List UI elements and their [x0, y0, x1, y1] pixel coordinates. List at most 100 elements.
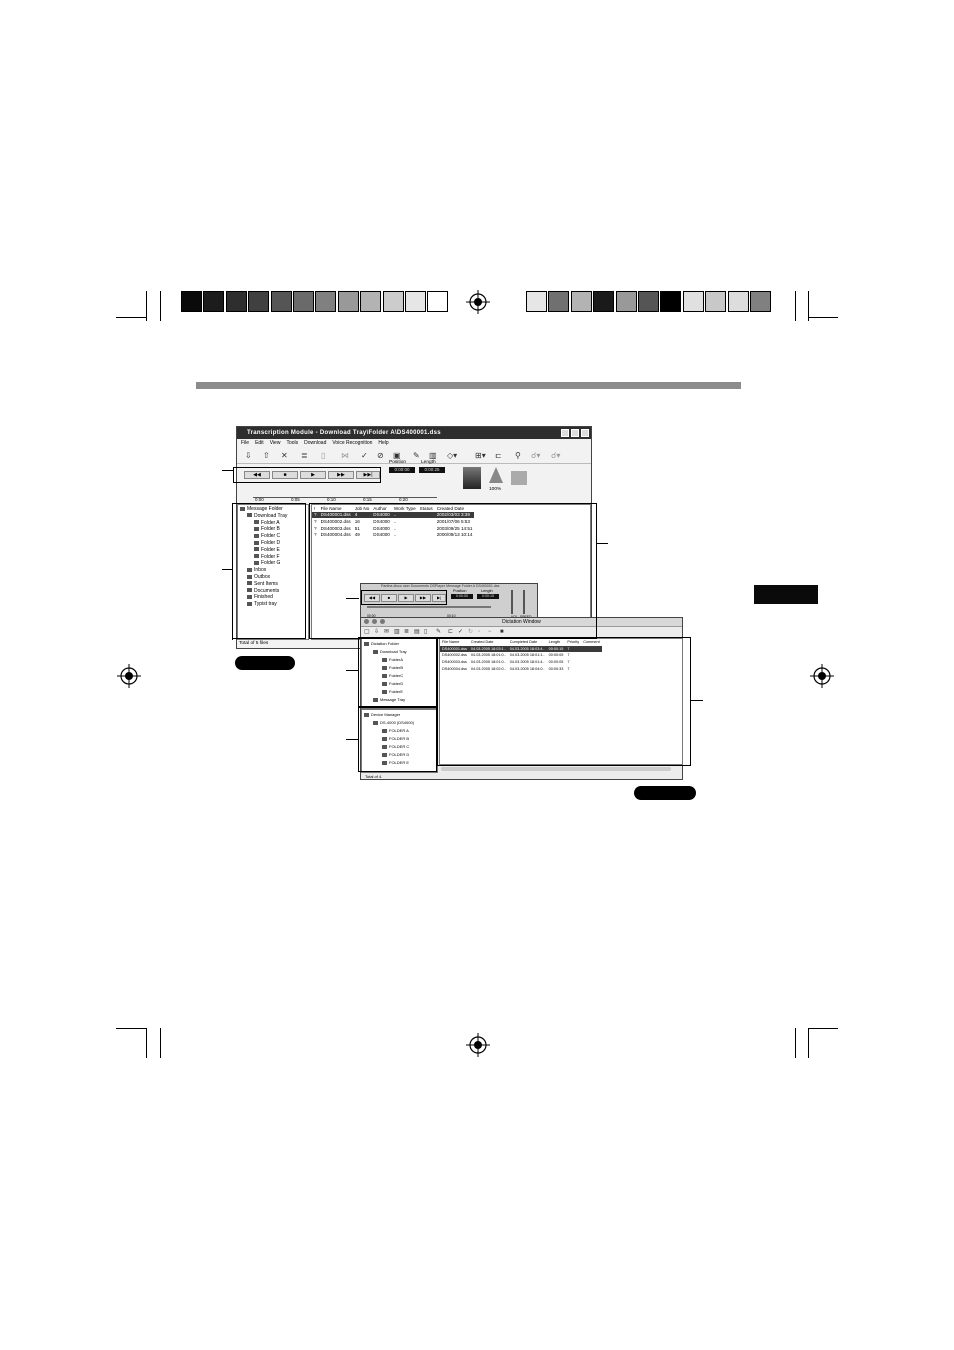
crop-mark [146, 291, 147, 321]
color-swatch [705, 291, 727, 312]
callout-line [691, 700, 703, 701]
callout-box-list [309, 503, 597, 639]
crop-mark [808, 1028, 809, 1058]
registration-mark-icon [466, 1033, 490, 1057]
timeline-tick-label: 0:10 [327, 497, 336, 502]
registration-mark-icon [117, 664, 141, 688]
length-display: 0:00:25 [419, 467, 445, 473]
color-swatch [548, 291, 570, 312]
crop-mark [808, 317, 838, 318]
color-swatch [270, 291, 292, 312]
callout-box-dictation-tree [358, 637, 437, 707]
color-swatch [203, 291, 225, 312]
menu-item[interactable]: Voice Recognition [332, 440, 372, 446]
color-swatch [682, 291, 704, 312]
voice2-icon[interactable]: ☌▾ [551, 452, 560, 460]
callout-line [597, 543, 608, 544]
window-title: Transcription Module - Download Tray\Fol… [237, 427, 591, 439]
finish-icon[interactable]: ✓ [361, 452, 368, 460]
merge-icon[interactable]: ⋈ [341, 452, 349, 460]
crop-mark [116, 1028, 146, 1029]
position-label: Position [389, 460, 407, 465]
export-icon[interactable]: ⊞▾ [475, 452, 486, 460]
color-swatch [337, 291, 359, 312]
folder-icon[interactable]: ⊏ [495, 452, 502, 460]
fast-forward-button[interactable]: ▶▶ [328, 471, 354, 479]
speed-meter[interactable] [489, 467, 503, 483]
rewind-button[interactable]: ◀◀ [244, 471, 270, 479]
menu-item[interactable]: Tools [286, 440, 298, 446]
tag-icon[interactable]: ◇▾ [447, 452, 457, 460]
position-display: 0:00:00 [389, 467, 415, 473]
menu-item[interactable]: File [241, 440, 249, 446]
mic-icon[interactable]: ⚲ [515, 452, 521, 460]
crop-mark [808, 291, 809, 321]
color-swatch [727, 291, 749, 312]
dictation-status: Total of 4. [365, 774, 383, 779]
color-swatch [293, 291, 314, 312]
color-swatch [615, 291, 637, 312]
menu-item[interactable]: View [270, 440, 281, 446]
menu-item[interactable]: Download [304, 440, 326, 446]
status-bar: Total of 5 files [239, 641, 269, 646]
close-icon[interactable] [581, 429, 589, 437]
mail-icon[interactable]: ▣ [393, 452, 401, 460]
menu-bar: File Edit View Tools Download Voice Recogniti… [237, 439, 591, 448]
color-swatch [526, 291, 547, 312]
voice-level-icon [511, 471, 527, 485]
color-swatch [248, 291, 270, 312]
callout-line [346, 598, 359, 599]
minimize-icon[interactable] [561, 429, 569, 437]
color-swatch [660, 291, 682, 312]
crop-mark [795, 291, 796, 321]
registration-mark-icon [810, 664, 834, 688]
crop-mark [808, 1028, 838, 1029]
callout-box-tree [232, 503, 306, 639]
color-swatch [593, 291, 615, 312]
crop-mark [795, 1028, 796, 1058]
color-swatch [225, 291, 247, 312]
label-pill-windows [235, 656, 295, 670]
play-button[interactable]: ▶ [300, 471, 326, 479]
color-swatch [570, 291, 592, 312]
properties-icon[interactable]: ≣ [301, 452, 308, 460]
side-tab [754, 585, 818, 604]
color-swatch [638, 291, 659, 312]
menu-item[interactable]: Edit [255, 440, 264, 446]
color-swatch [750, 291, 771, 312]
menu-item[interactable]: Help [378, 440, 388, 446]
stop-button[interactable]: ■ [272, 471, 298, 479]
crop-mark [160, 1028, 161, 1058]
length-label: Length [421, 460, 436, 465]
speed-value: 100% [489, 487, 502, 492]
timeline-tick-label: 0:15 [363, 497, 372, 502]
crop-mark [160, 291, 161, 321]
callout-line [222, 470, 233, 471]
crop-mark [116, 317, 146, 318]
main-toolbar: ⇩ ⇧ ✕ ≣ ▯ ⋈ ✓ ⊘ ▣ ✎ ▥ ◇▾ ⊞▾ ⊏ ⚲ ☌▾ ☌▾ [237, 449, 591, 464]
color-swatch [405, 291, 426, 312]
color-swatch [360, 291, 382, 312]
volume-meter[interactable] [463, 467, 481, 489]
check-circle-icon[interactable]: ⊘ [377, 452, 384, 460]
label-pill-mac [634, 786, 696, 800]
timeline-tick-label: 0:20 [399, 497, 408, 502]
registration-mark-icon [466, 290, 490, 314]
callout-box-device-tree [358, 707, 437, 772]
upload-icon[interactable]: ⇧ [263, 452, 270, 460]
crop-mark [146, 1028, 147, 1058]
color-swatch [315, 291, 337, 312]
playback-controls: ◀◀ ■ ▶ ▶▶ ▶▶| [233, 467, 381, 483]
color-swatch [427, 291, 449, 312]
download-icon[interactable]: ⇩ [245, 452, 252, 460]
split-icon[interactable]: ▯ [321, 452, 325, 460]
section-header-bar [196, 382, 741, 389]
edit-icon[interactable]: ✎ [413, 452, 420, 460]
skip-button[interactable]: ▶▶| [356, 471, 380, 479]
dictation-scrollbar[interactable] [441, 767, 671, 771]
color-swatch [382, 291, 404, 312]
voice-icon[interactable]: ☌▾ [531, 452, 540, 460]
columns-icon[interactable]: ▥ [429, 452, 437, 460]
delete-icon[interactable]: ✕ [281, 452, 288, 460]
maximize-icon[interactable] [571, 429, 579, 437]
